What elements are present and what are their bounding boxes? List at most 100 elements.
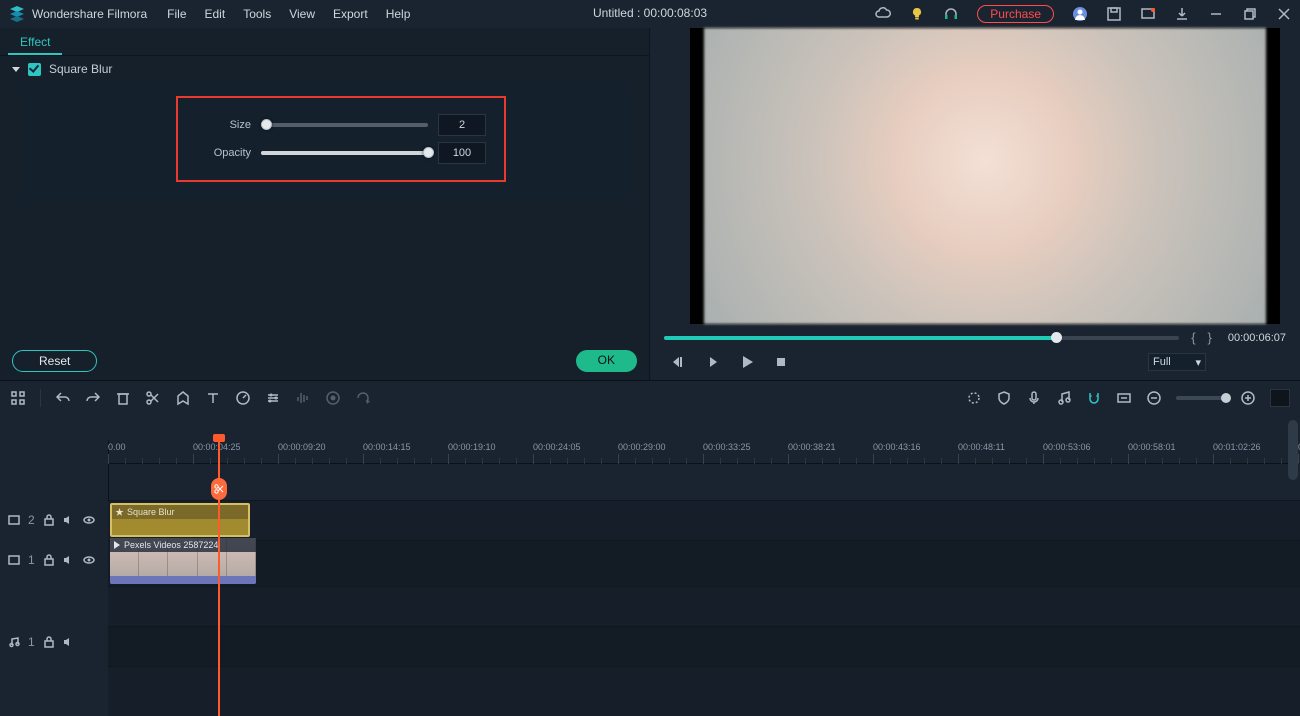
ruler[interactable]: 0.0000:00:04:2500:00:09:2000:00:14:1500:…: [108, 440, 1300, 464]
cloud-icon[interactable]: [875, 6, 891, 22]
param-size-label: Size: [196, 119, 251, 131]
zoom-slider[interactable]: [1176, 396, 1226, 400]
lock-icon[interactable]: [43, 636, 55, 648]
tab-effect[interactable]: Effect: [8, 31, 62, 55]
minimize-icon[interactable]: [1208, 6, 1224, 22]
eye-icon[interactable]: [83, 514, 95, 526]
star-icon: [115, 508, 124, 517]
user-avatar-icon[interactable]: [1072, 6, 1088, 22]
ruler-label: 00:00:58:01: [1128, 442, 1176, 452]
fx-track-header: 2: [0, 500, 108, 540]
track-labels: 2 1 1: [0, 500, 108, 662]
param-opacity-slider[interactable]: [261, 151, 428, 155]
delete-icon[interactable]: [115, 390, 131, 406]
zoom-out-icon[interactable]: [1146, 390, 1162, 406]
preview-time: 00:00:06:07: [1228, 332, 1286, 344]
param-size-value[interactable]: 2: [438, 114, 486, 136]
mute-icon[interactable]: [63, 636, 75, 648]
ruler-label: 00:00:43:16: [873, 442, 921, 452]
shield-icon[interactable]: [996, 390, 1012, 406]
preview-viewport[interactable]: [690, 28, 1280, 324]
grid-icon[interactable]: [10, 390, 26, 406]
mute-icon[interactable]: [63, 554, 75, 566]
restore-icon[interactable]: [1242, 6, 1258, 22]
download-icon[interactable]: [1174, 6, 1190, 22]
effect-enable-checkbox[interactable]: [28, 63, 41, 76]
menubar: Wondershare Filmora File Edit Tools View…: [0, 0, 1300, 28]
play-small-icon[interactable]: [706, 355, 720, 369]
video-track-number: 1: [28, 553, 35, 567]
record-icon[interactable]: [325, 390, 341, 406]
param-size-slider[interactable]: [261, 123, 428, 127]
preview-scrubber[interactable]: [664, 336, 1179, 340]
purchase-button[interactable]: Purchase: [977, 5, 1054, 23]
ok-button[interactable]: OK: [576, 350, 637, 372]
mute-icon[interactable]: [63, 514, 75, 526]
param-opacity-value[interactable]: 100: [438, 142, 486, 164]
headphones-icon[interactable]: [943, 6, 959, 22]
color-icon[interactable]: [966, 390, 982, 406]
mark-out-icon[interactable]: }: [1208, 330, 1212, 345]
timeline-toolbar: [0, 380, 1300, 414]
fit-icon[interactable]: [1116, 390, 1132, 406]
chevron-down-icon[interactable]: [12, 67, 20, 72]
split-icon[interactable]: [145, 390, 161, 406]
play-icon[interactable]: [740, 355, 754, 369]
magnet-icon[interactable]: [1086, 390, 1102, 406]
zoom-in-icon[interactable]: [1240, 390, 1256, 406]
fx-track[interactable]: Square Blur: [108, 500, 1300, 540]
quality-value: Full: [1153, 356, 1171, 368]
video-track[interactable]: Pexels Videos 2587224: [108, 540, 1300, 586]
marker-icon[interactable]: [175, 390, 191, 406]
panel-toggle[interactable]: [1270, 389, 1290, 407]
audio-track[interactable]: [108, 626, 1300, 666]
quality-select[interactable]: Full▾: [1148, 353, 1206, 371]
fx-clip-name: Square Blur: [127, 507, 175, 517]
text-icon[interactable]: [205, 390, 221, 406]
scrollbar-vertical[interactable]: [1288, 420, 1298, 480]
adjust-icon[interactable]: [265, 390, 281, 406]
mic-icon[interactable]: [1026, 390, 1042, 406]
menu-file[interactable]: File: [167, 7, 186, 21]
menu-edit[interactable]: Edit: [205, 7, 226, 21]
effect-params-highlight: Size 2 Opacity 100: [176, 96, 506, 182]
redo-icon[interactable]: [85, 390, 101, 406]
lock-icon[interactable]: [43, 514, 55, 526]
close-icon[interactable]: [1276, 6, 1292, 22]
effect-header: Square Blur: [0, 56, 649, 82]
audio-track-number: 1: [28, 635, 35, 649]
effect-tabs: Effect: [0, 28, 649, 56]
preview-panel: { } 00:00:06:07 Full▾: [650, 28, 1300, 380]
lightbulb-icon[interactable]: [909, 6, 925, 22]
play-controls-row: Full▾: [664, 353, 1286, 371]
eye-icon[interactable]: [83, 554, 95, 566]
audio-level-icon[interactable]: [295, 390, 311, 406]
speed-icon[interactable]: [235, 390, 251, 406]
menubar-right: Purchase: [875, 5, 1292, 23]
track-area[interactable]: Square Blur Pexels Videos 2587224: [108, 500, 1300, 716]
menu-tools[interactable]: Tools: [243, 7, 271, 21]
scissor-marker-icon[interactable]: [211, 478, 227, 500]
ruler-label: 00:00:33:25: [703, 442, 751, 452]
stop-icon[interactable]: [774, 355, 788, 369]
music-icon[interactable]: [1056, 390, 1072, 406]
spacer-track[interactable]: [108, 586, 1300, 626]
preview-image: [704, 28, 1266, 324]
panel-bottom: Reset OK: [0, 350, 649, 372]
menu-view[interactable]: View: [289, 7, 315, 21]
scrub-row: { } 00:00:06:07: [664, 330, 1286, 345]
app-logo-icon: [8, 5, 26, 23]
undo-icon[interactable]: [55, 390, 71, 406]
fx-clip[interactable]: Square Blur: [110, 503, 250, 537]
save-icon[interactable]: [1106, 6, 1122, 22]
step-back-icon[interactable]: [672, 355, 686, 369]
menu-help[interactable]: Help: [386, 7, 411, 21]
lock-icon[interactable]: [43, 554, 55, 566]
menu-export[interactable]: Export: [333, 7, 368, 21]
refresh-icon[interactable]: [355, 390, 371, 406]
video-clip[interactable]: Pexels Videos 2587224: [110, 538, 256, 584]
reset-button[interactable]: Reset: [12, 350, 97, 372]
mark-in-icon[interactable]: {: [1191, 330, 1195, 345]
message-icon[interactable]: [1140, 6, 1156, 22]
empty-track[interactable]: [108, 666, 1300, 716]
